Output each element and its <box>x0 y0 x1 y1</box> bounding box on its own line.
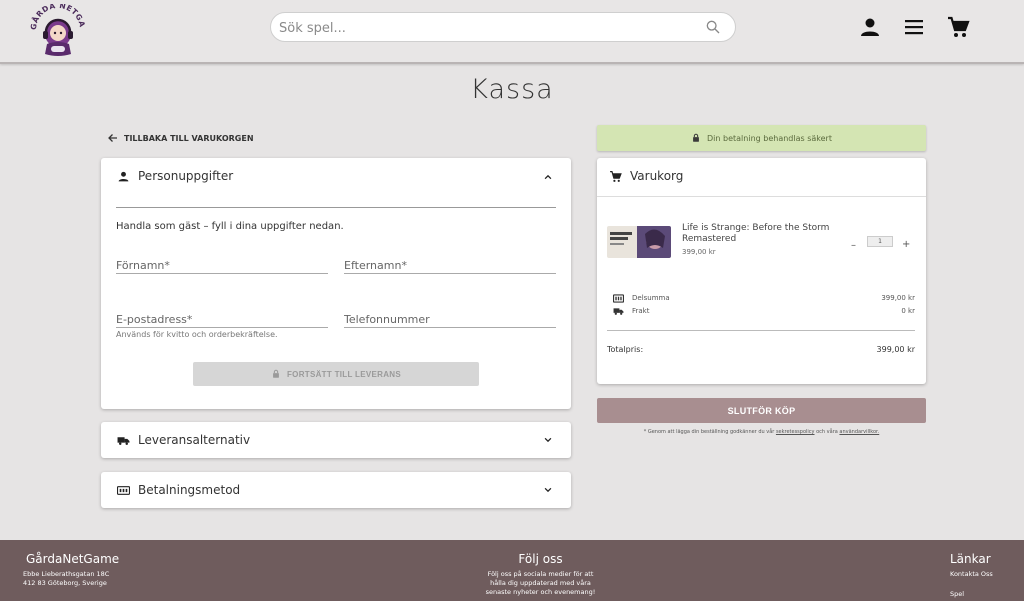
lock-icon <box>273 369 279 378</box>
page-title: Kassa <box>470 74 554 105</box>
truck-icon <box>613 307 624 315</box>
email-helper-text: Används för kvitto och orderbekräftelse. <box>116 330 278 339</box>
first-name-field[interactable] <box>116 254 328 275</box>
cart-header: Varukorg <box>609 158 683 194</box>
cart-icon <box>610 170 622 182</box>
cart-icon[interactable] <box>946 15 970 39</box>
last-name-field[interactable] <box>344 254 556 275</box>
privacy-policy-link[interactable]: sekretesspolicy <box>776 429 815 435</box>
footer-follow-text2: hålla dig uppdaterad med våra <box>490 579 591 587</box>
email-input[interactable] <box>116 310 328 329</box>
payment-header[interactable]: Betalningsmetod <box>117 472 240 508</box>
footer-follow-title: Följ oss <box>518 552 563 566</box>
shipping-row: Frakt 0 kr <box>613 305 915 317</box>
delivery-title: Leveransalternativ <box>138 433 251 447</box>
terms-notice: * Genom att lägga din beställning godkän… <box>597 429 926 435</box>
terms-mid: och våra <box>816 429 838 435</box>
product-title[interactable]: Life is Strange: Before the Storm Remast… <box>682 223 837 245</box>
back-to-cart-link[interactable]: TILLBAKA TILL VARUKORGEN <box>107 131 254 145</box>
email-field[interactable] <box>116 308 328 329</box>
secure-payment-banner: Din betalning behandlas säkert <box>597 125 926 151</box>
quantity-input[interactable]: 1 <box>867 236 893 247</box>
site-footer: GårdaNetGame Ebbe Lieberathsgatan 18C 41… <box>0 540 1024 601</box>
total-divider <box>607 330 915 331</box>
cart-summary-panel: Varukorg Life is Strange: Before the Sto… <box>597 158 926 384</box>
chevron-down-icon[interactable] <box>543 435 553 445</box>
footer-follow-text3: senaste nyheter och evenemang! <box>485 588 596 596</box>
shipping-label: Frakt <box>632 307 650 315</box>
continue-to-delivery-button[interactable]: FORTSÄTT TILL LEVERANS <box>193 362 479 386</box>
back-to-cart-label: TILLBAKA TILL VARUKORGEN <box>124 133 254 143</box>
header-divider <box>597 196 926 197</box>
payment-title: Betalningsmetod <box>138 483 241 497</box>
search-icon[interactable] <box>705 19 721 35</box>
delivery-header[interactable]: Leveransalternativ <box>117 422 250 458</box>
subtotal-value: 399,00 kr <box>881 294 915 302</box>
account-icon[interactable] <box>858 15 882 39</box>
search-input[interactable] <box>279 18 699 38</box>
section-divider <box>116 207 556 208</box>
secure-payment-text: Din betalning behandlas säkert <box>707 133 832 143</box>
cart-title: Varukorg <box>630 169 684 183</box>
site-header: GÅRDA NETGAME <box>0 0 1024 64</box>
first-name-input[interactable] <box>116 256 328 275</box>
person-icon <box>118 171 129 181</box>
phone-field[interactable] <box>344 308 556 329</box>
game-cover-image <box>607 226 671 258</box>
payment-icon <box>613 293 624 303</box>
delivery-options-panel[interactable]: Leveransalternativ <box>101 422 571 458</box>
logo[interactable]: GÅRDA NETGAME <box>24 0 88 60</box>
complete-purchase-button[interactable]: SLUTFÖR KÖP <box>597 398 926 423</box>
decrease-quantity-button[interactable]: – <box>851 240 856 251</box>
logo-gamer-icon: GÅRDA NETGAME <box>24 0 86 56</box>
footer-links-title: Länkar <box>950 552 991 566</box>
payment-method-panel[interactable]: Betalningsmetod <box>101 472 571 508</box>
total-label: Totalpris: <box>607 345 644 354</box>
chevron-up-icon[interactable] <box>543 172 553 182</box>
personal-info-title: Personuppgifter <box>138 169 234 183</box>
product-price: 399,00 kr <box>682 248 716 256</box>
truck-icon <box>117 436 130 445</box>
subtotal-label: Delsumma <box>632 294 670 302</box>
arrow-left-icon <box>108 134 117 142</box>
terms-of-use-link[interactable]: användarvillkor. <box>839 429 879 435</box>
footer-link-games[interactable]: Spel <box>950 590 964 599</box>
last-name-input[interactable] <box>344 256 556 275</box>
phone-input[interactable] <box>344 310 556 329</box>
total-row: Totalpris: 399,00 kr <box>607 345 915 354</box>
continue-label: FORTSÄTT TILL LEVERANS <box>286 369 401 379</box>
chevron-down-icon[interactable] <box>543 485 553 495</box>
guest-intro-text: Handla som gäst – fyll i dina uppgifter … <box>116 221 344 232</box>
terms-prefix: * Genom att lägga din beställning godkän… <box>643 429 775 435</box>
search-bar[interactable] <box>270 12 736 42</box>
increase-quantity-button[interactable]: + <box>902 239 910 250</box>
personal-info-header[interactable]: Personuppgifter <box>117 158 233 194</box>
shipping-value: 0 kr <box>901 307 915 315</box>
footer-follow-text1: Följ oss på sociala medier för att <box>487 570 594 578</box>
lock-icon <box>693 133 699 142</box>
menu-icon[interactable] <box>902 15 926 39</box>
personal-info-panel: Personuppgifter Handla som gäst – fyll i… <box>101 158 571 409</box>
payment-icon <box>117 485 130 495</box>
product-thumbnail[interactable] <box>607 226 671 258</box>
footer-link-contact[interactable]: Kontakta Oss <box>950 570 993 579</box>
subtotal-row: Delsumma 399,00 kr <box>613 292 915 304</box>
total-value: 399,00 kr <box>876 345 915 354</box>
